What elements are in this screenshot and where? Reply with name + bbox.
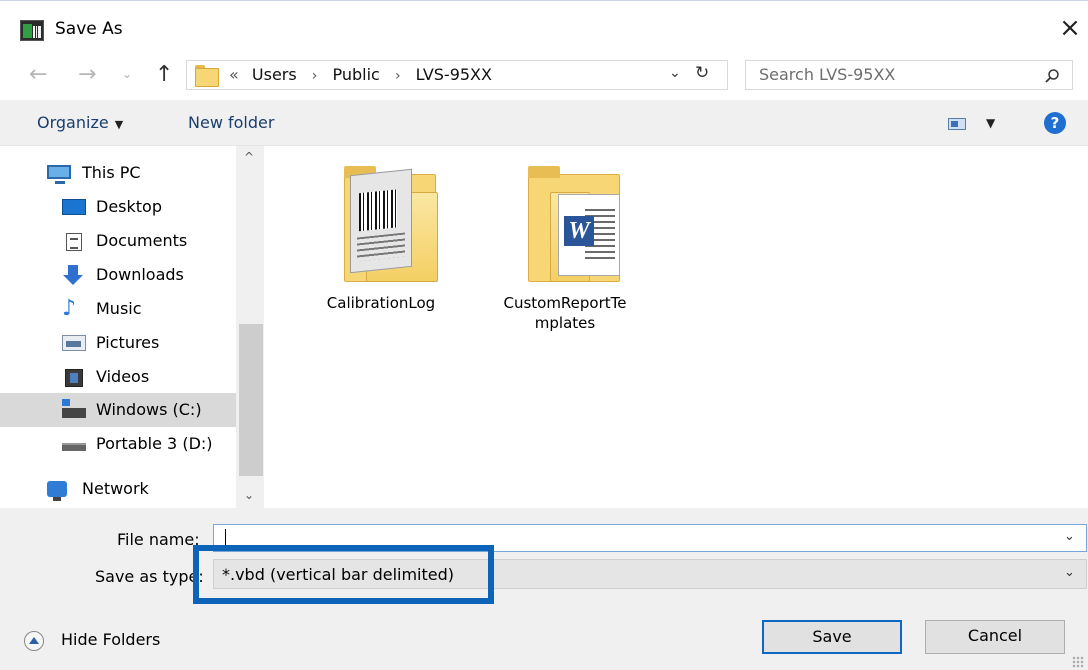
forward-arrow-icon[interactable]: → xyxy=(78,63,96,87)
videos-icon xyxy=(65,369,83,387)
file-name-dropdown-icon[interactable]: ⌄ xyxy=(1064,529,1075,544)
folder-item-calibrationlog[interactable]: CalibrationLog xyxy=(306,146,456,346)
nav-item-music[interactable]: ♪ Music xyxy=(0,292,236,326)
collapse-up-icon xyxy=(24,631,44,651)
nav-item-downloads[interactable]: Downloads xyxy=(0,258,236,292)
nav-item-this-pc[interactable]: This PC xyxy=(0,156,236,190)
nav-item-label: This PC xyxy=(82,163,141,182)
cancel-button[interactable]: Cancel xyxy=(925,620,1065,654)
help-icon[interactable]: ? xyxy=(1044,112,1066,134)
recent-locations-chevron-icon[interactable]: ⌄ xyxy=(122,62,132,86)
nav-item-label: Videos xyxy=(96,367,150,386)
nav-item-documents[interactable]: Documents xyxy=(0,224,236,258)
nav-item-label: Portable 3 (D:) xyxy=(96,434,213,453)
file-name-label: CustomReportTe mplates xyxy=(490,293,640,333)
nav-item-label: Pictures xyxy=(96,333,160,352)
save-form: File name: ⌄ Save as type: *.vbd (vertic… xyxy=(0,508,1088,670)
breadcrumb-users[interactable]: Users xyxy=(252,64,297,86)
nav-scrollbar-thumb[interactable] xyxy=(239,324,263,476)
computer-icon xyxy=(47,165,71,184)
search-icon[interactable] xyxy=(1044,68,1060,84)
save-as-type-dropdown-icon[interactable]: ⌄ xyxy=(1064,565,1075,580)
music-icon: ♪ xyxy=(62,296,77,321)
nav-item-portable-d[interactable]: Portable 3 (D:) xyxy=(0,427,236,461)
resize-grip-icon[interactable] xyxy=(1072,656,1084,668)
search-placeholder: Search LVS-95XX xyxy=(759,65,896,84)
nav-item-label: Documents xyxy=(96,231,188,250)
save-as-type-value: *.vbd (vertical bar delimited) xyxy=(222,565,454,584)
breadcrumb-separator-icon: › xyxy=(394,68,401,84)
desktop-icon xyxy=(62,199,86,215)
breadcrumb: « Users › Public › LVS-95XX xyxy=(229,64,492,87)
organize-button[interactable]: Organize ▼ xyxy=(37,113,123,132)
nav-item-desktop[interactable]: Desktop xyxy=(0,190,236,224)
save-as-type-label: Save as type: xyxy=(95,567,204,586)
window-title: Save As xyxy=(55,19,123,39)
address-bar[interactable]: « Users › Public › LVS-95XX ⌄ ↻ xyxy=(186,60,728,90)
save-button[interactable]: Save xyxy=(762,620,902,654)
up-arrow-icon[interactable]: ↑ xyxy=(155,63,173,87)
file-name-line-1: CustomReportTe xyxy=(503,294,627,312)
close-icon[interactable]: × xyxy=(1058,14,1082,42)
file-name-input[interactable]: ⌄ xyxy=(213,524,1087,552)
network-icon xyxy=(47,481,67,501)
nav-item-label: Desktop xyxy=(96,197,162,216)
app-icon xyxy=(20,20,44,41)
nav-item-label: Music xyxy=(96,299,142,318)
file-name-label: File name: xyxy=(117,530,200,549)
title-bar: Save As × xyxy=(0,0,1088,56)
file-list: CalibrationLog W CustomReportTe mplates xyxy=(270,146,1088,508)
downloads-icon xyxy=(62,265,86,285)
nav-item-label: Network xyxy=(82,479,149,498)
new-folder-button[interactable]: New folder xyxy=(188,113,274,132)
nav-item-videos[interactable]: Videos xyxy=(0,360,236,394)
file-name-line-2: mplates xyxy=(534,314,596,332)
folder-barcode-icon xyxy=(342,166,438,282)
breadcrumb-separator-icon: › xyxy=(311,68,318,84)
toolbar: Organize ▼ New folder ▼ ? xyxy=(0,100,1088,146)
nav-item-windows-c[interactable]: Windows (C:) xyxy=(0,393,236,427)
breadcrumb-lvs95xx[interactable]: LVS-95XX xyxy=(416,64,492,86)
hide-folders-label: Hide Folders xyxy=(61,630,161,649)
nav-item-label: Downloads xyxy=(96,265,184,284)
breadcrumb-public[interactable]: Public xyxy=(333,64,380,86)
documents-icon xyxy=(66,233,82,251)
breadcrumb-overflow[interactable]: « xyxy=(229,64,239,86)
view-options-icon[interactable] xyxy=(948,118,966,130)
search-input[interactable]: Search LVS-95XX xyxy=(745,60,1073,90)
address-dropdown-icon[interactable]: ⌄ xyxy=(669,65,681,81)
nav-item-pictures[interactable]: Pictures xyxy=(0,326,236,360)
refresh-icon[interactable]: ↻ xyxy=(695,63,709,83)
file-name-label: CalibrationLog xyxy=(326,294,436,312)
save-as-type-select[interactable]: *.vbd (vertical bar delimited) ⌄ xyxy=(213,559,1087,589)
folder-word-icon: W xyxy=(526,166,622,282)
windows-drive-icon xyxy=(62,399,86,418)
folder-icon xyxy=(195,65,219,87)
nav-item-label: Windows (C:) xyxy=(96,400,202,419)
organize-caret-icon: ▼ xyxy=(114,118,124,131)
organize-label: Organize xyxy=(37,113,109,132)
folder-item-customreporttemplates[interactable]: W CustomReportTe mplates xyxy=(490,146,640,346)
view-options-caret-icon[interactable]: ▼ xyxy=(986,116,995,130)
navigation-pane: This PC Desktop Documents Downloads ♪ Mu… xyxy=(0,146,270,508)
pictures-icon xyxy=(62,335,86,351)
back-arrow-icon[interactable]: ← xyxy=(29,63,47,87)
scroll-up-icon[interactable]: ^ xyxy=(244,150,254,164)
scroll-down-icon[interactable]: ⌄ xyxy=(244,488,254,502)
text-cursor xyxy=(225,529,226,547)
drive-icon xyxy=(62,443,86,451)
nav-item-network[interactable]: Network xyxy=(0,472,236,506)
